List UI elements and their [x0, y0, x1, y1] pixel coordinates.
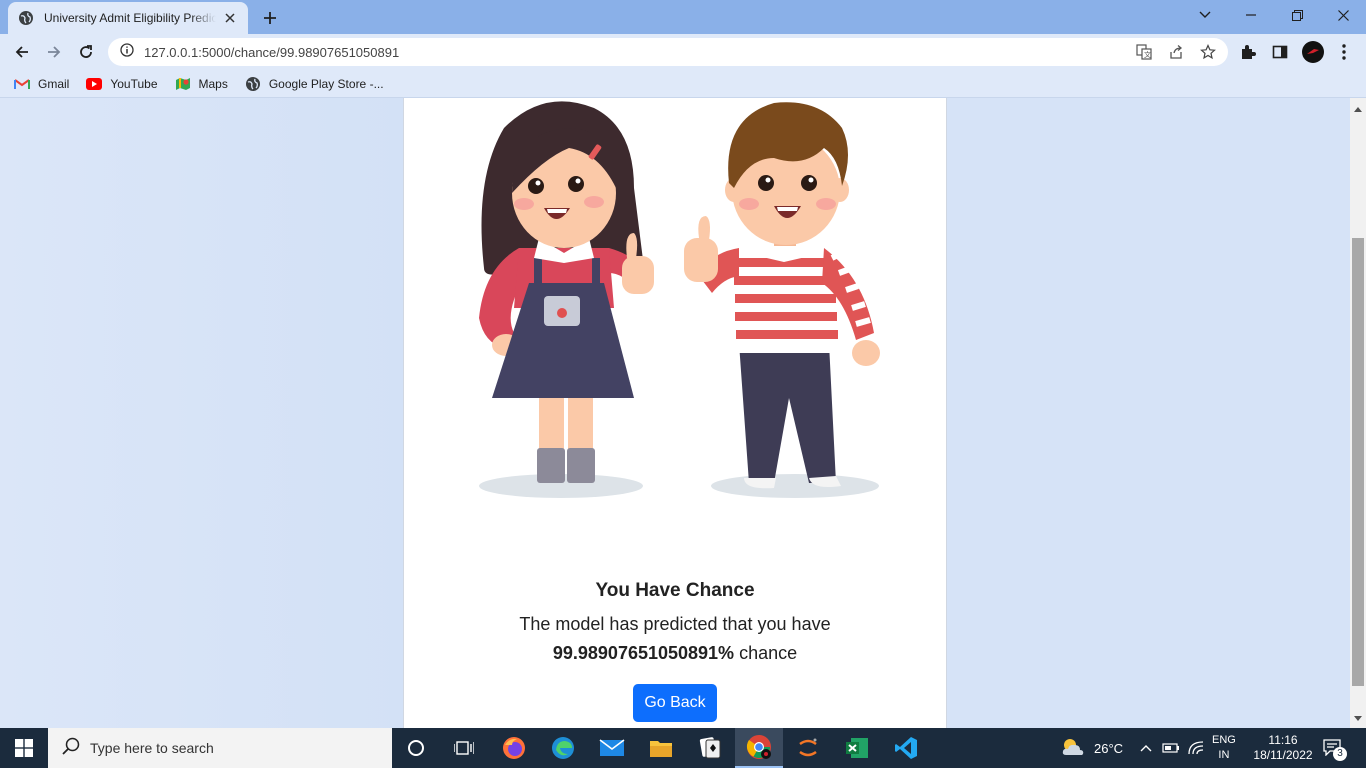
solitaire-icon[interactable]	[686, 728, 734, 768]
go-back-button[interactable]: Go Back	[633, 684, 717, 722]
close-tab-icon[interactable]	[222, 10, 238, 26]
chance-line: 99.98907651050891% chance	[404, 643, 946, 664]
notification-count: 3	[1333, 746, 1347, 761]
profile-avatar[interactable]	[1302, 41, 1324, 63]
tab-search-icon[interactable]	[1182, 0, 1228, 30]
close-window-button[interactable]	[1320, 0, 1366, 30]
bookmark-play-store[interactable]: Google Play Store -...	[245, 76, 384, 92]
windows-taskbar: Type here to search 26°C ENG IN 11:16 18…	[0, 728, 1366, 768]
tab-title: University Admit Eligibility Predic	[44, 11, 216, 25]
battery-icon[interactable]	[1162, 728, 1180, 768]
url-text: 127.0.0.1:5000/chance/99.98907651050891	[144, 44, 400, 60]
forward-button[interactable]	[40, 38, 68, 66]
page-viewport: You Have Chance The model has predicted …	[0, 98, 1350, 728]
extensions-icon[interactable]	[1238, 42, 1258, 62]
clock[interactable]: 11:16 18/11/2022	[1248, 728, 1318, 768]
menu-kebab-icon[interactable]	[1334, 42, 1354, 62]
result-card: You Have Chance The model has predicted …	[403, 98, 947, 728]
windows-logo-icon	[15, 739, 33, 757]
language-indicator[interactable]: ENG IN	[1212, 728, 1236, 768]
chance-suffix: chance	[739, 643, 798, 663]
address-bar[interactable]: 127.0.0.1:5000/chance/99.98907651050891	[108, 38, 1228, 66]
mail-icon[interactable]	[588, 728, 636, 768]
scrollbar-thumb[interactable]	[1352, 238, 1364, 686]
prediction-message: The model has predicted that you have	[519, 614, 831, 634]
chrome-icon[interactable]	[735, 728, 783, 768]
vscode-icon[interactable]	[882, 728, 930, 768]
weather-temperature: 26°C	[1094, 740, 1124, 756]
new-tab-button[interactable]	[258, 6, 282, 30]
reload-button[interactable]	[72, 38, 100, 66]
gmail-icon	[14, 76, 30, 92]
clock-time: 11:16	[1268, 733, 1298, 747]
page-scrollbar[interactable]	[1350, 98, 1366, 728]
scroll-down-icon[interactable]	[1353, 714, 1363, 724]
cortana-icon[interactable]	[392, 728, 440, 768]
clock-date: 18/11/2022	[1253, 748, 1313, 762]
result-heading: You Have Chance	[595, 580, 755, 601]
bookmarks-bar: Gmail YouTube Maps Google Play Store -..…	[0, 70, 1366, 98]
excel-icon[interactable]	[833, 728, 881, 768]
globe-icon	[245, 76, 261, 92]
browser-toolbar: 127.0.0.1:5000/chance/99.98907651050891 …	[0, 34, 1366, 70]
kids-thumbs-up-illustration	[479, 101, 880, 498]
side-panel-icon[interactable]	[1270, 42, 1290, 62]
tab-strip: University Admit Eligibility Predic	[0, 0, 1366, 34]
taskbar-search[interactable]: Type here to search	[48, 728, 392, 768]
globe-icon	[18, 10, 34, 26]
share-icon[interactable]	[1168, 44, 1184, 60]
bookmark-star-icon[interactable]	[1200, 44, 1216, 60]
firefox-icon[interactable]	[490, 728, 538, 768]
svg-text:文: 文	[1144, 50, 1151, 59]
minimize-button[interactable]	[1228, 0, 1274, 30]
youtube-icon	[86, 76, 103, 92]
translate-icon[interactable]: 文	[1136, 44, 1152, 60]
show-hidden-icons[interactable]	[1140, 728, 1152, 768]
notification-icon: 3	[1322, 738, 1347, 761]
bookmark-youtube[interactable]: YouTube	[86, 76, 158, 92]
weather-widget[interactable]: 26°C	[1060, 728, 1123, 768]
weather-cloud-icon	[1060, 737, 1086, 760]
scroll-up-icon[interactable]	[1353, 104, 1363, 114]
notifications-button[interactable]: 3	[1322, 728, 1352, 768]
back-button[interactable]	[8, 38, 36, 66]
bookmark-maps[interactable]: Maps	[175, 76, 228, 92]
search-placeholder: Type here to search	[90, 740, 214, 756]
restore-button[interactable]	[1274, 0, 1320, 30]
search-icon	[62, 737, 80, 760]
info-icon[interactable]	[120, 42, 134, 62]
task-view-icon[interactable]	[440, 728, 488, 768]
start-button[interactable]	[0, 728, 48, 768]
maps-icon	[175, 76, 191, 92]
browser-tab[interactable]: University Admit Eligibility Predic	[8, 2, 248, 34]
edge-icon[interactable]	[539, 728, 587, 768]
file-explorer-icon[interactable]	[637, 728, 685, 768]
jupyter-icon[interactable]	[784, 728, 832, 768]
chance-value: 99.98907651050891%	[552, 643, 735, 663]
wifi-icon[interactable]	[1188, 728, 1204, 768]
bookmark-gmail[interactable]: Gmail	[14, 76, 69, 92]
